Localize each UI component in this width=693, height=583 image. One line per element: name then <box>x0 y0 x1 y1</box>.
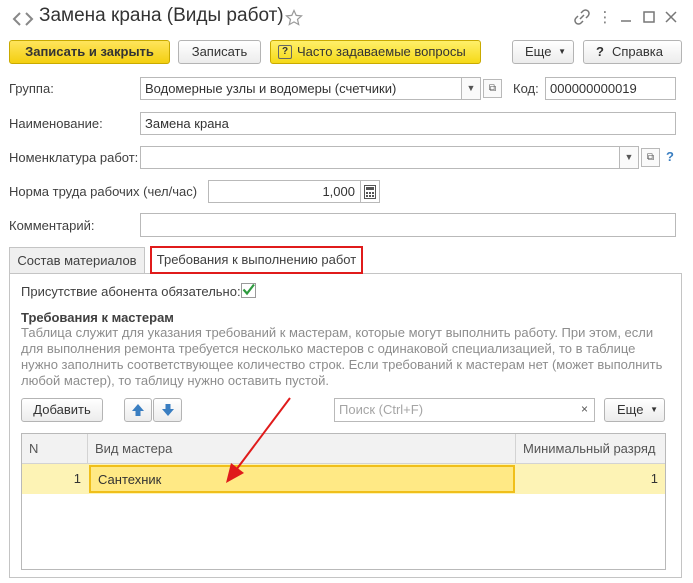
masters-section-title: Требования к мастерам <box>21 310 174 325</box>
add-row-button[interactable]: Добавить <box>21 398 103 422</box>
masters-table: N Вид мастера Минимальный разряд 1 Санте… <box>21 433 666 570</box>
labor-norm-label: Норма труда рабочих (чел/час) <box>9 184 198 199</box>
move-up-button[interactable] <box>124 398 152 422</box>
table-more-button[interactable]: Еще ▼ <box>604 398 665 422</box>
labor-norm-field[interactable]: 1,000 <box>208 180 380 203</box>
more-button[interactable]: Еще ▼ <box>512 40 574 64</box>
arrow-up-icon <box>132 404 144 416</box>
maximize-icon[interactable] <box>640 8 658 26</box>
table-more-label: Еще <box>617 402 644 417</box>
column-header-master-type[interactable]: Вид мастера <box>88 434 516 464</box>
help-label: Справка <box>611 44 663 59</box>
search-input[interactable]: Поиск (Ctrl+F) × <box>334 398 595 422</box>
link-icon[interactable] <box>573 8 591 26</box>
calculator-icon[interactable] <box>360 181 379 202</box>
masters-description-line: для выполнения ремонта требуется несколь… <box>21 341 636 356</box>
help-button[interactable]: ? Справка <box>583 40 682 64</box>
group-value: Водомерные узлы и водомеры (счетчики) <box>145 81 397 96</box>
master-type-cell[interactable]: Сантехник <box>89 465 515 493</box>
column-header-min-rank[interactable]: Минимальный разряд <box>516 434 665 464</box>
table-row[interactable]: 1 Сантехник 1 <box>22 464 665 494</box>
forward-arrow-icon[interactable] <box>18 8 40 30</box>
name-label: Наименование: <box>9 116 103 131</box>
comment-label: Комментарий: <box>9 218 95 233</box>
nomenclature-open-icon[interactable]: ⧉ <box>641 148 660 167</box>
group-field[interactable]: Водомерные узлы и водомеры (счетчики) ▼ <box>140 77 481 100</box>
more-icon[interactable]: ⋮ <box>595 8 615 28</box>
star-icon[interactable] <box>285 9 303 27</box>
name-field[interactable]: Замена крана <box>140 112 676 135</box>
masters-description-line: нужно заполнить соответствующее количест… <box>21 357 663 372</box>
close-icon[interactable] <box>662 8 680 26</box>
save-button[interactable]: Записать <box>178 40 261 64</box>
window-title: Замена крана (Виды работ) <box>39 5 284 26</box>
minimize-icon[interactable] <box>617 8 635 26</box>
tab-materials[interactable]: Состав материалов <box>9 247 145 274</box>
labor-norm-value: 1,000 <box>322 184 355 199</box>
group-dropdown-icon[interactable]: ▼ <box>461 78 480 99</box>
more-label: Еще <box>525 44 552 59</box>
question-icon: ? <box>278 45 292 59</box>
code-field[interactable]: 000000000019 <box>545 77 676 100</box>
search-placeholder: Поиск (Ctrl+F) <box>339 402 424 417</box>
clear-search-icon[interactable]: × <box>581 399 588 420</box>
chevron-down-icon: ▼ <box>650 405 658 414</box>
code-label: Код: <box>513 81 539 96</box>
faq-button[interactable]: ? Часто задаваемые вопросы <box>270 40 481 64</box>
row-number-cell: 1 <box>73 471 81 486</box>
nomenclature-dropdown-icon[interactable]: ▼ <box>619 147 638 168</box>
tab-work-requirements[interactable]: Требования к выполнению работ <box>150 246 363 274</box>
nomenclature-help-icon[interactable]: ? <box>666 149 674 164</box>
masters-description: Таблица служит для указания требований к… <box>21 325 671 389</box>
checkmark-icon <box>242 283 255 296</box>
faq-label: Часто задаваемые вопросы <box>297 44 466 59</box>
chevron-down-icon: ▼ <box>558 47 566 56</box>
comment-field[interactable] <box>140 213 676 237</box>
group-open-icon[interactable]: ⧉ <box>483 79 502 98</box>
move-down-button[interactable] <box>153 398 182 422</box>
save-and-close-button[interactable]: Записать и закрыть <box>9 40 170 64</box>
subscriber-required-label: Присутствие абонента обязательно: <box>21 284 241 299</box>
arrow-down-icon <box>161 404 174 416</box>
group-label: Группа: <box>9 81 54 96</box>
nomenclature-label: Номенклатура работ: <box>9 150 139 165</box>
min-rank-cell: 1 <box>650 471 658 486</box>
help-icon: ? <box>596 44 604 59</box>
subscriber-required-checkbox[interactable] <box>241 283 256 298</box>
masters-description-line: любой мастер), то таблицу нужно оставить… <box>21 373 329 388</box>
nomenclature-field[interactable]: ▼ <box>140 146 639 169</box>
column-header-n[interactable]: N <box>22 434 88 464</box>
masters-description-line: Таблица служит для указания требований к… <box>21 325 654 340</box>
